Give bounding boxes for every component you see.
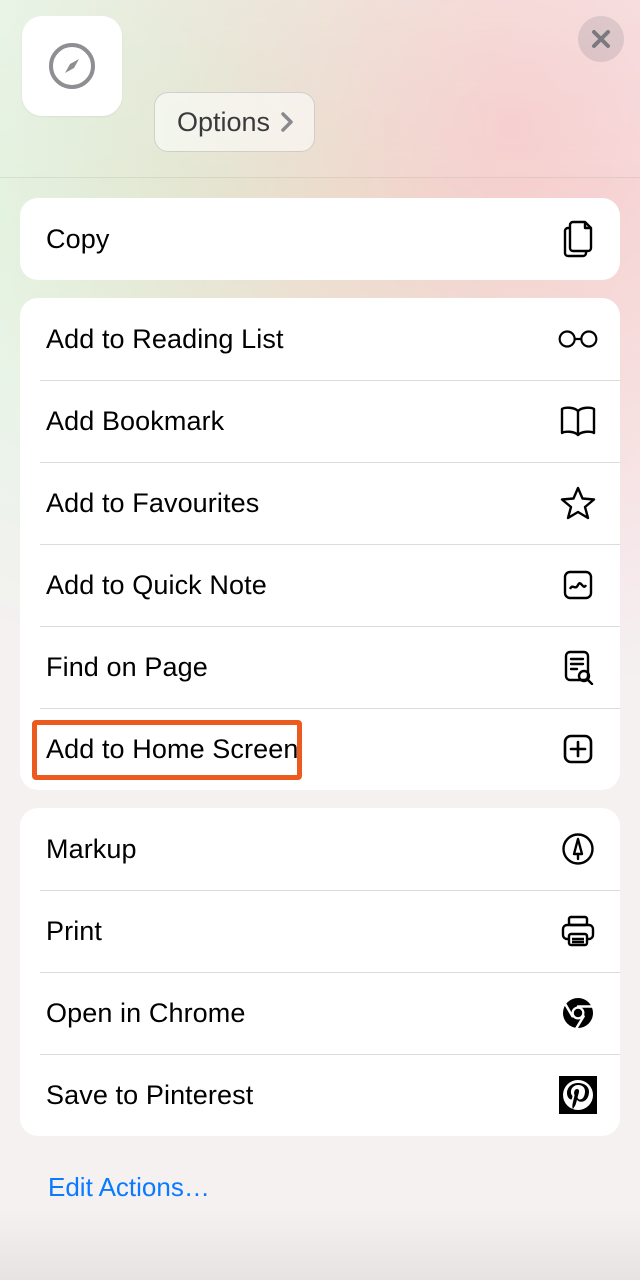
markup-icon xyxy=(558,832,598,866)
add-to-home-screen-row[interactable]: Add to Home Screen xyxy=(20,708,620,790)
edit-actions-link[interactable]: Edit Actions… xyxy=(20,1154,620,1203)
chevron-right-icon xyxy=(276,111,298,133)
options-button[interactable]: Options xyxy=(154,92,315,152)
find-on-page-row[interactable]: Find on Page xyxy=(20,626,620,708)
action-group-1: Copy xyxy=(20,198,620,280)
bookmark-row[interactable]: Add Bookmark xyxy=(20,380,620,462)
save-to-pinterest-row[interactable]: Save to Pinterest xyxy=(20,1054,620,1136)
bottom-fade xyxy=(0,1210,640,1280)
copy-row[interactable]: Copy xyxy=(20,198,620,280)
favourites-row[interactable]: Add to Favourites xyxy=(20,462,620,544)
markup-label: Markup xyxy=(46,834,137,865)
favourites-label: Add to Favourites xyxy=(46,488,259,519)
print-row[interactable]: Print xyxy=(20,890,620,972)
find-on-page-icon xyxy=(558,649,598,685)
reading-list-label: Add to Reading List xyxy=(46,324,284,355)
close-icon xyxy=(590,28,612,50)
share-sheet-header: Options xyxy=(0,0,640,178)
edit-actions-label: Edit Actions… xyxy=(48,1172,210,1202)
source-app-tile xyxy=(22,16,122,116)
action-group-3: Markup Print Open in Chro xyxy=(20,808,620,1136)
close-button[interactable] xyxy=(578,16,624,62)
find-on-page-label: Find on Page xyxy=(46,652,208,683)
quick-note-label: Add to Quick Note xyxy=(46,570,267,601)
print-label: Print xyxy=(46,916,102,947)
options-label: Options xyxy=(177,107,270,138)
book-icon xyxy=(558,405,598,437)
plus-square-icon xyxy=(558,733,598,765)
glasses-icon xyxy=(558,328,598,350)
save-to-pinterest-label: Save to Pinterest xyxy=(46,1080,253,1111)
bookmark-label: Add Bookmark xyxy=(46,406,224,437)
quick-note-icon xyxy=(558,569,598,601)
open-in-chrome-row[interactable]: Open in Chrome xyxy=(20,972,620,1054)
quick-note-row[interactable]: Add to Quick Note xyxy=(20,544,620,626)
compass-icon xyxy=(46,40,98,92)
copy-icon xyxy=(558,220,598,258)
action-group-2: Add to Reading List Add Bookmark Add to … xyxy=(20,298,620,790)
markup-row[interactable]: Markup xyxy=(20,808,620,890)
pinterest-icon xyxy=(558,1075,598,1115)
printer-icon xyxy=(558,914,598,948)
copy-label: Copy xyxy=(46,224,109,255)
chrome-icon xyxy=(558,996,598,1030)
star-icon xyxy=(558,485,598,521)
open-in-chrome-label: Open in Chrome xyxy=(46,998,246,1029)
reading-list-row[interactable]: Add to Reading List xyxy=(20,298,620,380)
share-sheet-body: Copy Add to Reading List Ad xyxy=(0,178,640,1203)
add-to-home-screen-label: Add to Home Screen xyxy=(46,734,298,765)
